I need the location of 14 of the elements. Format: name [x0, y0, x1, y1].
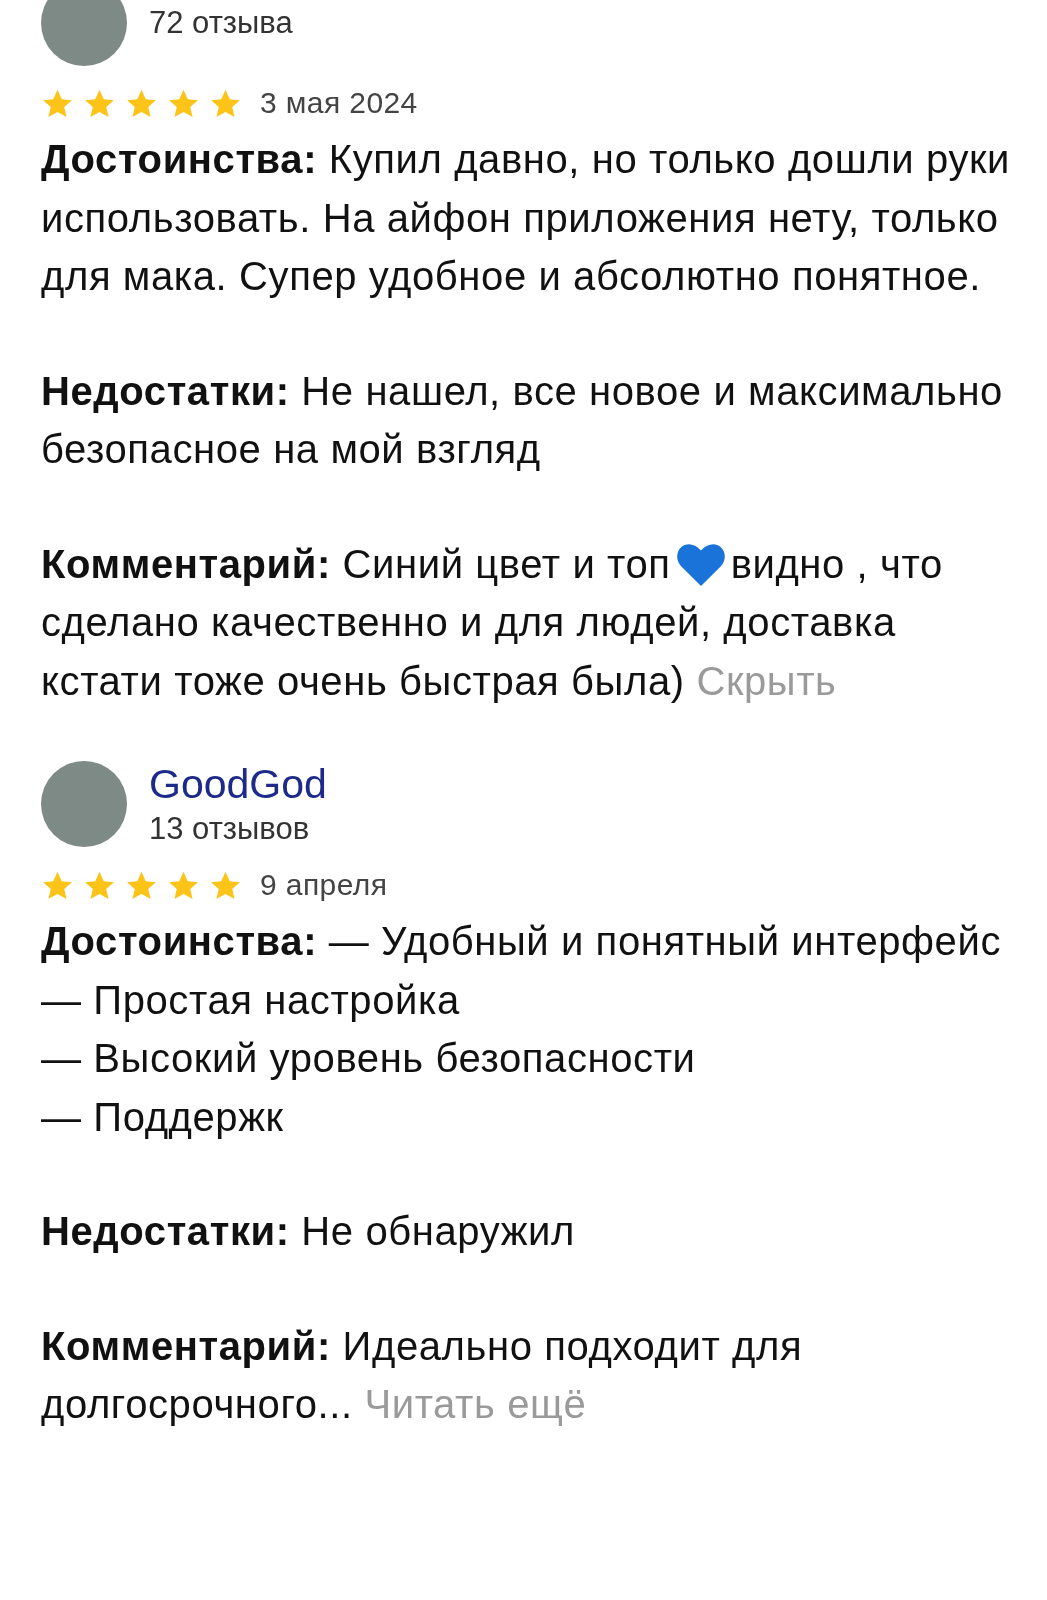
- heart-icon: [676, 543, 725, 586]
- review-count: 72 отзыва: [149, 4, 293, 42]
- toggle-link[interactable]: Скрыть: [696, 658, 837, 703]
- review-text: Комментарий: Синий цвет и топ видно , что сделано качественно и для людей, доставка кстати тоже очень быстрая была) Скрыть: [41, 540, 944, 705]
- review-text: Недостатки: Не нашел, все новое и максимально безопасное на мой взгляд: [41, 367, 1004, 473]
- review-text: Достоинства: — Удобный и понятный интерфейс — Простая настройка — Высокий уровень безопасности — Поддержк: [41, 918, 1002, 1141]
- review-text: Недостатки: Не обнаружил: [41, 1208, 576, 1255]
- review-count: 13 отзывов: [149, 810, 311, 848]
- review-text: Комментарий: Идеально подходит для долгосрочного... Читать ещё: [41, 1322, 804, 1428]
- review-date: 3 мая 2024: [260, 86, 418, 120]
- reviewer-name[interactable]: GoodGod: [149, 760, 327, 808]
- review-text: Достоинства: Купил давно, но только дошли руки использовать. На айфон приложения нету, только для мака. Супер удобное и абсолютно понятное.: [41, 136, 1012, 300]
- toggle-link[interactable]: Читать ещё: [364, 1382, 587, 1426]
- review-date: 9 апреля: [260, 868, 388, 902]
